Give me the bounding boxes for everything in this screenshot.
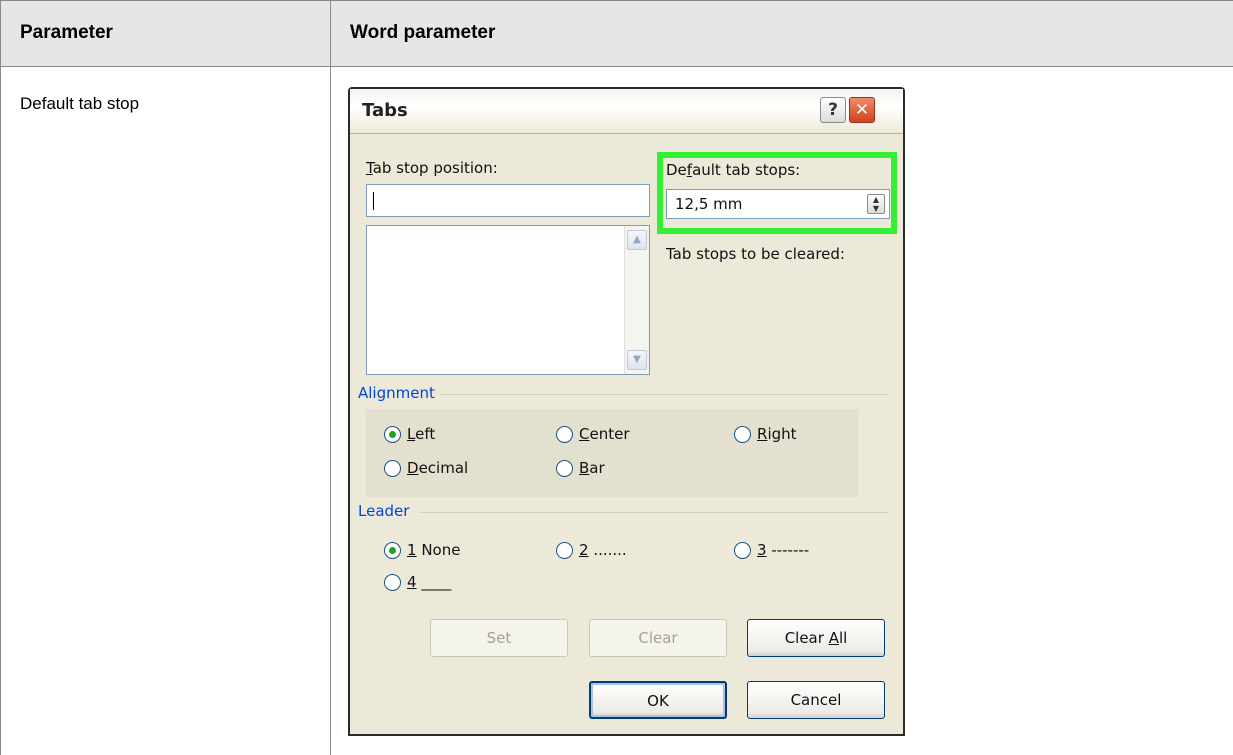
table-column-divider — [330, 0, 331, 755]
alignment-group-line — [440, 394, 888, 395]
radio-icon — [556, 459, 573, 477]
default-tab-stops-spinner[interactable]: 12,5 mm ▲ ▼ — [666, 189, 890, 219]
clear-all-button[interactable]: Clear All — [747, 619, 885, 657]
clear-button[interactable]: Clear — [589, 619, 727, 657]
tab-stops-cleared-label: Tab stops to be cleared: — [666, 245, 845, 263]
set-button[interactable]: Set — [430, 619, 568, 657]
tab-stops-listbox[interactable]: ▲ ▼ — [366, 225, 650, 375]
leader-4-radio[interactable]: 4 ____ — [384, 573, 451, 591]
header-parameter: Parameter — [20, 22, 113, 43]
cell-default-tab-stop: Default tab stop — [20, 94, 140, 113]
scroll-down-icon[interactable]: ▼ — [627, 350, 647, 370]
table-header-row — [0, 0, 1233, 67]
leader-3-radio[interactable]: 3 ------- — [734, 541, 809, 559]
align-left-radio[interactable]: Left — [384, 425, 435, 443]
tab-stop-position-input[interactable] — [366, 184, 650, 217]
dialog-title-bar: Tabs ? ✕ — [350, 89, 903, 134]
tabs-dialog: Tabs ? ✕ Tab stop position: ▲ ▼ Default … — [348, 87, 905, 736]
radio-icon — [734, 425, 751, 443]
align-center-radio[interactable]: Center — [556, 425, 630, 443]
spin-arrows-icon[interactable]: ▲ ▼ — [867, 194, 885, 214]
close-button[interactable]: ✕ — [849, 97, 875, 123]
leader-group-line — [420, 512, 888, 513]
leader-1-radio[interactable]: 1 None — [384, 541, 460, 559]
align-bar-radio[interactable]: Bar — [556, 459, 605, 477]
alignment-group-title: Alignment — [358, 384, 435, 402]
radio-icon — [734, 541, 751, 559]
scroll-up-icon[interactable]: ▲ — [627, 230, 647, 250]
align-right-radio[interactable]: Right — [734, 425, 797, 443]
table-left-border — [0, 0, 1, 755]
header-word-parameter: Word parameter — [350, 22, 496, 43]
cancel-button[interactable]: Cancel — [747, 681, 885, 719]
default-tab-stops-label: Default tab stops: — [666, 161, 801, 179]
radio-icon — [556, 541, 573, 559]
parameter-table: Parameter Word parameter Default tab sto… — [0, 0, 1233, 755]
help-icon: ? — [828, 100, 838, 120]
leader-group-title: Leader — [358, 502, 410, 520]
radio-selected-icon — [384, 541, 401, 559]
listbox-scrollbar[interactable]: ▲ ▼ — [624, 226, 649, 374]
radio-icon — [384, 573, 401, 591]
align-decimal-radio[interactable]: Decimal — [384, 459, 468, 477]
alignment-group-box — [366, 409, 858, 497]
text-caret — [373, 192, 374, 210]
dialog-title: Tabs — [362, 100, 408, 121]
leader-2-radio[interactable]: 2 ....... — [556, 541, 627, 559]
radio-icon — [556, 425, 573, 443]
help-button[interactable]: ? — [820, 97, 846, 123]
close-icon: ✕ — [854, 100, 870, 120]
tab-stop-position-label: Tab stop position: — [366, 159, 498, 177]
ok-button[interactable]: OK — [589, 681, 727, 719]
default-tab-stops-value: 12,5 mm — [675, 195, 743, 213]
radio-selected-icon — [384, 425, 401, 443]
radio-icon — [384, 459, 401, 477]
